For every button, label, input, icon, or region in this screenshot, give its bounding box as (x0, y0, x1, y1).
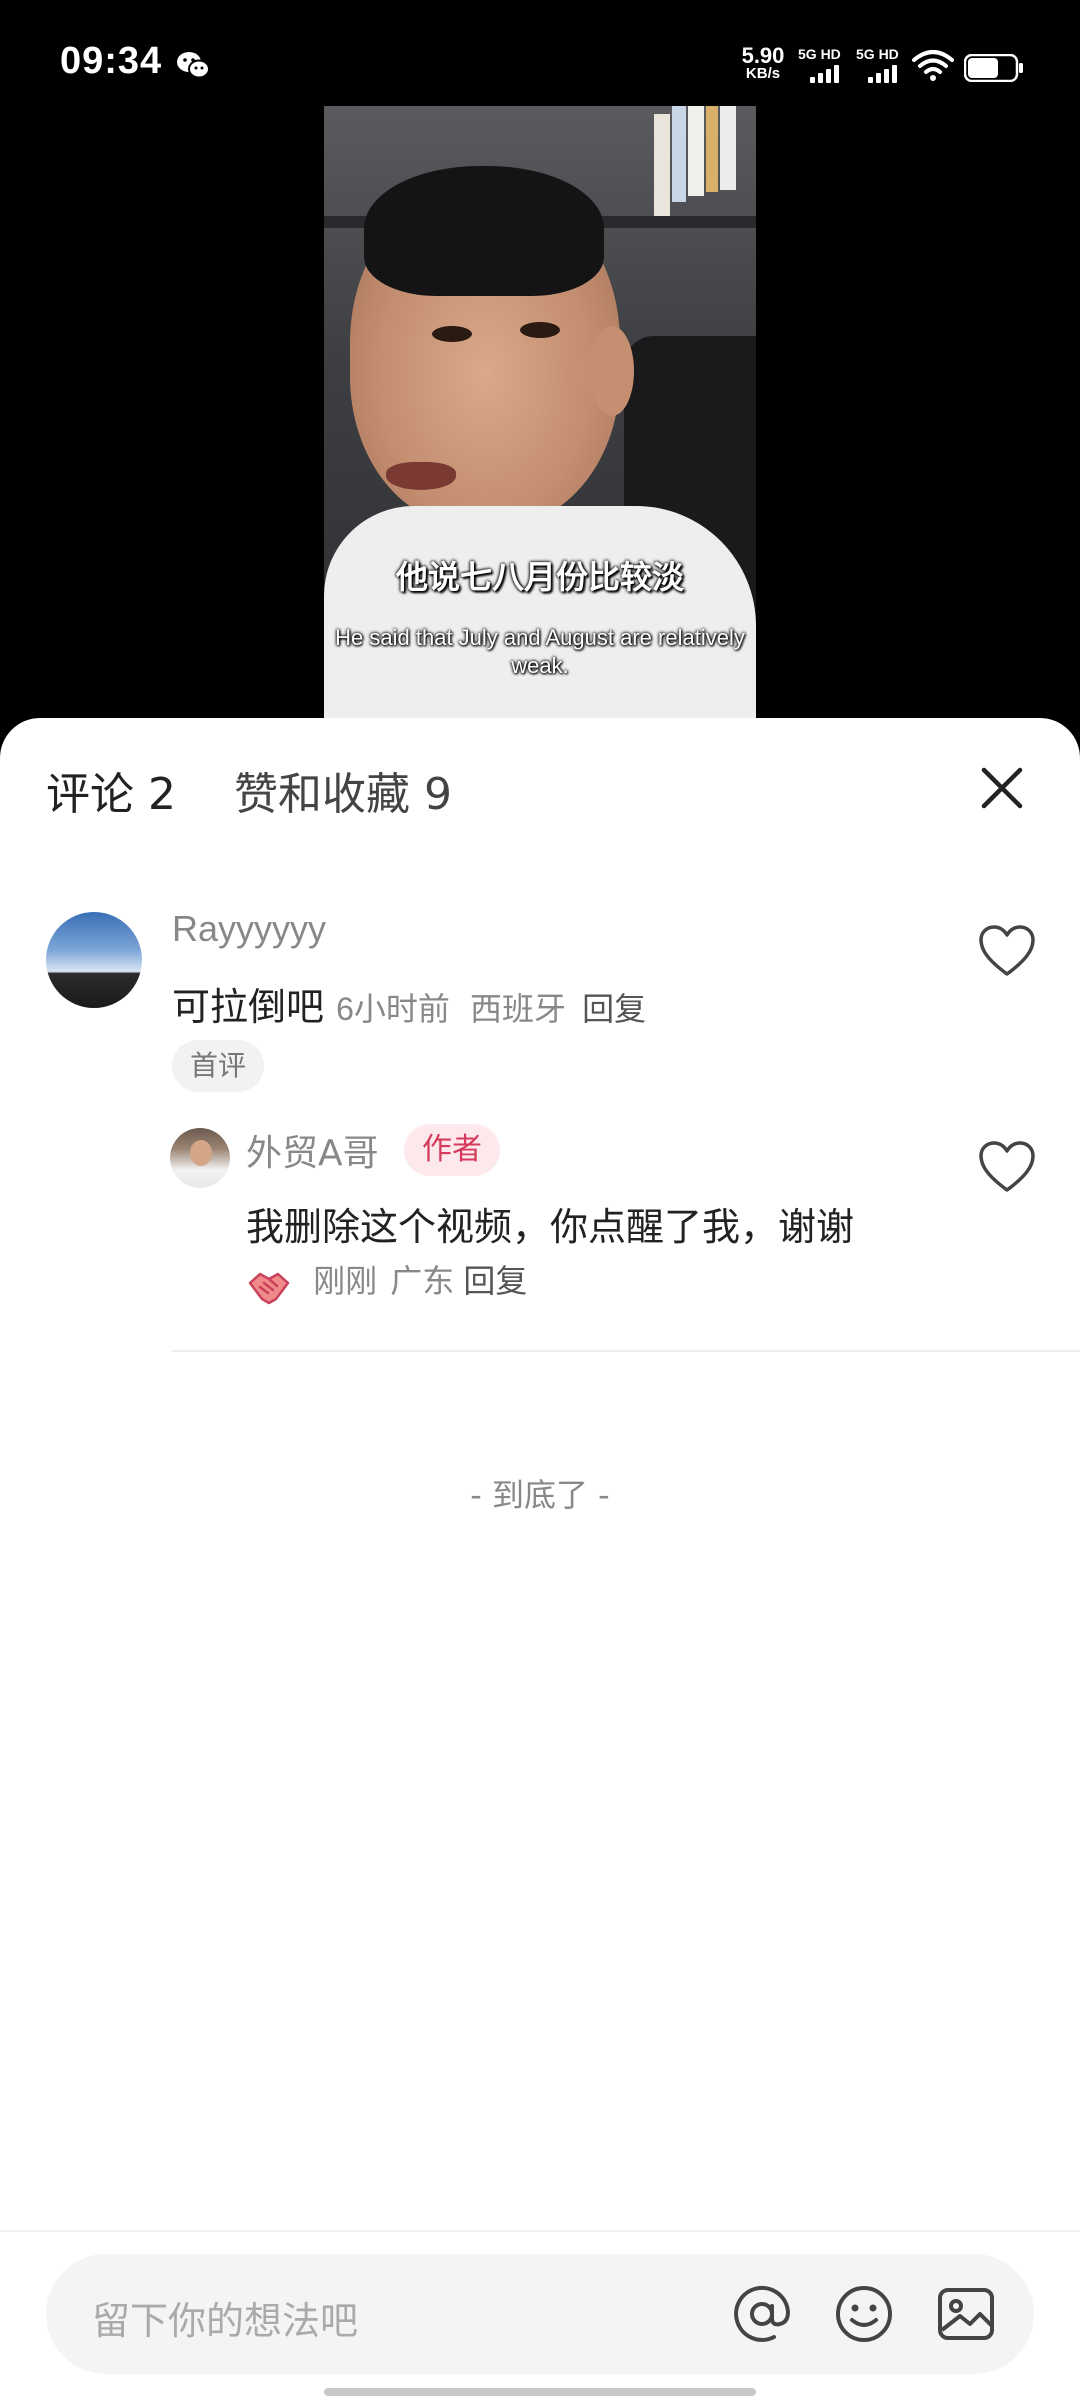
author-badge: 作者 (404, 1124, 500, 1176)
avatar[interactable] (170, 1128, 230, 1188)
handshake-icon (248, 1272, 290, 1304)
sim1-signal: 5G HD (798, 46, 854, 86)
status-time: 09:34 (60, 40, 163, 82)
comment-input-placeholder[interactable]: 留下你的想法吧 (92, 2290, 358, 2345)
emoji-icon[interactable] (832, 2282, 896, 2346)
video-scene (432, 326, 472, 342)
comment-sheet: 评论 2 赞和收藏 9 Rayyyyyy 可拉倒吧 6小时前 西班牙 回复 首评… (0, 718, 1080, 2400)
reply-text: 我删除这个视频，你点醒了我，谢谢 (246, 1205, 855, 1249)
reply-button[interactable]: 回复 (582, 990, 646, 1028)
battery-icon (964, 54, 1023, 82)
signal-icon (868, 65, 897, 83)
video-scene (520, 322, 560, 338)
sim2-label: 5G HD (856, 46, 899, 62)
comment-text: 可拉倒吧 6小时前 西班牙 回复 (172, 976, 646, 1031)
comment-location: 西班牙 (470, 990, 567, 1028)
image-icon[interactable] (934, 2282, 998, 2346)
avatar[interactable] (46, 912, 142, 1008)
video-player[interactable]: 他说七八月份比较淡 He said that July and August a… (324, 106, 756, 726)
close-icon[interactable] (976, 762, 1028, 814)
end-of-list-text: - 到底了 - (470, 1476, 610, 1514)
at-icon[interactable] (730, 2282, 794, 2346)
video-scene (688, 106, 704, 196)
home-indicator[interactable] (324, 2388, 756, 2396)
reply-time: 刚刚 (313, 1262, 378, 1300)
video-scene (324, 506, 756, 726)
reply-button[interactable]: 回复 (463, 1262, 527, 1300)
divider (172, 1350, 1080, 1352)
comment-body: 可拉倒吧 (172, 985, 325, 1029)
heart-icon[interactable] (978, 1140, 1036, 1194)
comment-input[interactable]: 留下你的想法吧 (46, 2254, 1034, 2374)
video-scene (672, 106, 686, 202)
heart-icon[interactable] (978, 924, 1036, 978)
subtitle-english: He said that July and August are relativ… (335, 625, 745, 678)
video-scene (654, 114, 670, 216)
video-scene (364, 166, 604, 296)
video-scene (386, 462, 456, 490)
status-bar: 09:34 5.90 KB/s 5G HD 5G HD (0, 0, 1080, 110)
video-scene (590, 326, 634, 416)
divider (0, 2230, 1080, 2232)
net-speed-value: 5.90 (741, 43, 785, 68)
comment-time: 6小时前 (336, 991, 450, 1027)
reply-username[interactable]: 外贸A哥 (246, 1124, 379, 1176)
first-comment-tag: 首评 (172, 1040, 265, 1092)
subtitle-chinese: 他说七八月份比较淡 (395, 558, 684, 596)
net-speed: 5.90 KB/s (736, 43, 790, 82)
sim2-signal: 5G HD (856, 46, 912, 86)
tab-likes-and-favorites[interactable]: 赞和收藏 9 (234, 758, 452, 822)
comment-username[interactable]: Rayyyyyy (172, 908, 326, 950)
sim1-label: 5G HD (798, 46, 841, 62)
signal-icon (810, 65, 839, 83)
wifi-icon (912, 50, 954, 81)
video-scene (706, 106, 718, 192)
tab-comments[interactable]: 评论 2 (46, 758, 176, 822)
avatar-face (190, 1140, 212, 1166)
reply-meta: 刚刚 广东 回复 (246, 1256, 527, 1307)
wechat-icon (177, 52, 210, 79)
net-speed-unit: KB/s (745, 64, 781, 82)
reply-location: 广东 (390, 1262, 455, 1300)
video-scene (720, 106, 736, 190)
